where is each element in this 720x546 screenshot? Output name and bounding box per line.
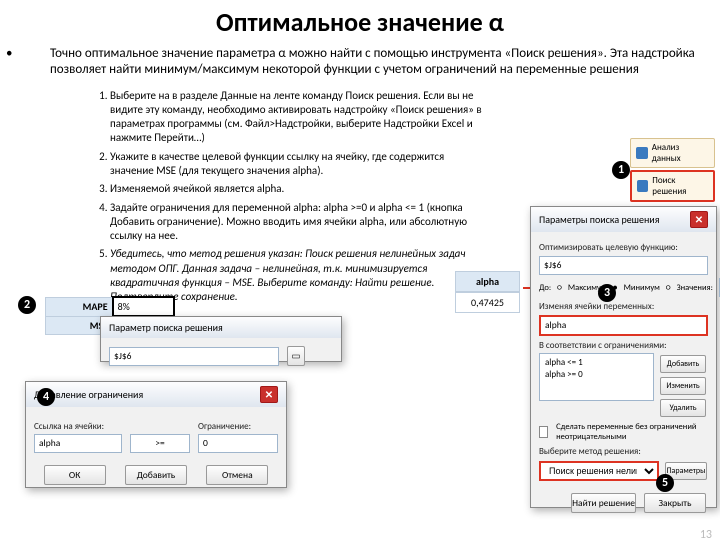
solver-find-button[interactable]: Найти решение — [571, 493, 636, 513]
opt-value-radio[interactable]: ○ — [666, 283, 671, 293]
callout-marker-2: 2 — [18, 296, 36, 314]
ok-button[interactable]: ОК — [44, 465, 106, 485]
solver-method-label: Выберите метод решения: — [539, 446, 708, 457]
callout-marker-5: 5 — [656, 474, 674, 492]
ribbon-data-analysis-button[interactable]: Анализ данных — [630, 138, 715, 168]
constraint-limit-label: Ограничение: — [198, 421, 278, 432]
solver-objective-label: Оптимизировать целевую функцию: — [539, 242, 708, 253]
page-title: Оптимальное значение α — [0, 6, 720, 38]
constraint-ref-input[interactable]: alpha — [34, 434, 122, 453]
step-3: Изменяемой ячейкой является alpha. — [110, 182, 490, 196]
close-icon[interactable]: ✕ — [260, 386, 278, 403]
solver-add-button[interactable]: Добавить — [660, 355, 706, 373]
param-search-field[interactable]: $J$6 — [109, 347, 279, 366]
solver-delete-button[interactable]: Удалить — [660, 399, 706, 417]
solver-constraints-label: В соответствии с ограничениями: — [539, 340, 708, 351]
param-search-title: Параметр поиска решения — [109, 321, 223, 334]
excel-snippet-alpha: alpha 0,47425 — [455, 271, 520, 313]
collapse-icon[interactable]: ▭ — [287, 346, 305, 366]
nonneg-checkbox[interactable] — [539, 426, 548, 438]
intro-paragraph: •Точно оптимальное значение параметра α … — [50, 46, 700, 79]
callout-marker-4: 4 — [37, 388, 55, 406]
close-icon[interactable]: ✕ — [690, 211, 708, 228]
step-4: Задайте ограничения для переменной alpha… — [110, 201, 490, 244]
solver-objective-input[interactable]: $J$6 — [539, 256, 708, 275]
add-constraint-dialog: Добавление ограничения✕ Ссылка на ячейки… — [25, 381, 287, 488]
solver-vars-input[interactable]: alpha — [539, 315, 708, 336]
constraint-comparator-select[interactable]: >= — [130, 434, 190, 453]
analysis-icon — [636, 147, 648, 159]
callout-marker-1: 1 — [612, 161, 630, 179]
param-search-dialog: Параметр поиска решения $J$6▭ — [100, 316, 342, 362]
constraint-ref-label: Ссылка на ячейки: — [34, 421, 122, 432]
add-button[interactable]: Добавить — [125, 465, 187, 485]
constraint-limit-input[interactable]: 0 — [198, 434, 278, 453]
step-2: Укажите в качестве целевой функции ссылк… — [110, 150, 490, 179]
solver-title: Параметры поиска решения — [539, 213, 659, 226]
ribbon-solver-button[interactable]: Поиск решения — [630, 170, 715, 202]
opt-max-radio[interactable]: ○ — [557, 283, 562, 293]
solver-close-button[interactable]: Закрыть — [644, 493, 706, 513]
steps-list: Выберите на в разделе Данные на ленте ко… — [70, 89, 490, 305]
solver-edit-button[interactable]: Изменить — [660, 377, 706, 395]
step-1: Выберите на в разделе Данные на ленте ко… — [110, 89, 490, 146]
constraints-listbox[interactable]: alpha <= 1alpha >= 0 — [539, 353, 654, 401]
solver-icon — [637, 180, 648, 192]
solver-vars-label: Изменяя ячейки переменных: — [539, 301, 708, 312]
cancel-button[interactable]: Отмена — [206, 465, 268, 485]
solver-dialog: Параметры поиска решения ✕ Оптимизировать… — [530, 206, 717, 508]
callout-marker-3: 3 — [598, 284, 616, 302]
solver-method-select[interactable]: Поиск решения нелинейных задач методом О… — [539, 461, 659, 481]
